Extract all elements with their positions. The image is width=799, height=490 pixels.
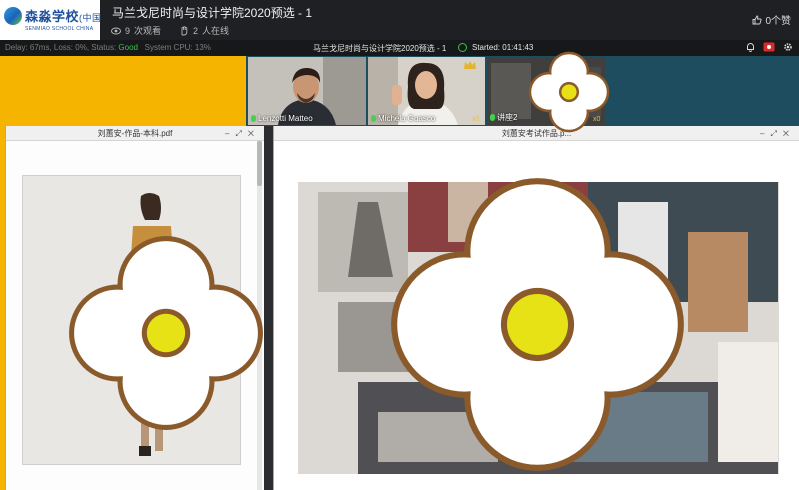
pdf-window-title: 刘蕙安-作品-本科.pdf bbox=[97, 129, 173, 138]
pdf-window-titlebar[interactable]: 刘蕙安-作品-本科.pdf –⤢✕ bbox=[6, 126, 264, 141]
status-good-value: Good bbox=[118, 43, 138, 52]
logo-mark-icon bbox=[4, 7, 22, 25]
connection-status-bar: Delay: 67ms, Loss: 0%, Status: Good Syst… bbox=[0, 40, 799, 56]
top-header: 森淼学校(中国 SENMIAO SCHOOL CHINA 马兰戈尼时尚与设计学院… bbox=[0, 0, 799, 40]
logo-country: (中国 bbox=[79, 13, 102, 23]
record-icon[interactable] bbox=[763, 42, 775, 52]
clock-icon bbox=[458, 43, 467, 52]
like-count: 0个赞 bbox=[765, 16, 791, 27]
pdf-scrollbar-thumb[interactable] bbox=[257, 141, 262, 186]
live-title: 马兰戈尼时尚与设计学院2020预选 - 1 bbox=[112, 6, 313, 20]
logo-subtitle: SENMIAO SCHOOL CHINA bbox=[25, 26, 94, 32]
flower-sticker bbox=[69, 236, 263, 430]
started-time: Started: 01:41:43 bbox=[458, 43, 533, 52]
participant-name-label: 讲座2 bbox=[490, 112, 517, 123]
participant-name-label: Lenzotti Matteo bbox=[251, 114, 313, 123]
online-count: 2 人在线 bbox=[180, 24, 229, 37]
online-count-number: 2 bbox=[193, 25, 199, 36]
participant-video-tile[interactable]: Michela Guasco x0 bbox=[368, 57, 485, 125]
like-button[interactable]: 0个赞 bbox=[752, 12, 791, 27]
view-count-label: 次观看 bbox=[134, 26, 162, 36]
flower-sticker bbox=[391, 178, 684, 471]
connection-stats: Delay: 67ms, Loss: 0%, Status: Good Syst… bbox=[5, 43, 211, 52]
participant-video-tile[interactable]: Lenzotti Matteo bbox=[248, 57, 366, 125]
microphone-icon bbox=[490, 114, 495, 121]
view-count-number: 9 bbox=[125, 25, 131, 36]
crown-icon bbox=[464, 61, 476, 69]
room-title: 马兰戈尼时尚与设计学院2020预选 - 1 bbox=[313, 44, 447, 53]
view-count: 9 次观看 bbox=[111, 24, 161, 37]
window-controls[interactable]: –⤢✕ bbox=[225, 126, 260, 141]
participant-badge: x0 bbox=[472, 116, 480, 123]
gear-icon[interactable] bbox=[783, 42, 793, 52]
microphone-icon bbox=[371, 115, 376, 122]
cpu-usage: System CPU: 13% bbox=[144, 43, 211, 52]
shared-screen-background bbox=[0, 56, 246, 126]
school-logo: 森淼学校(中国 SENMIAO SCHOOL CHINA bbox=[0, 0, 102, 40]
hand-icon bbox=[181, 25, 188, 35]
participant-name-label: Michela Guasco bbox=[371, 114, 435, 123]
bell-icon[interactable] bbox=[746, 42, 755, 52]
logo-title: 森淼学校(中国 bbox=[25, 9, 102, 24]
microphone-icon bbox=[251, 115, 256, 122]
eye-icon bbox=[111, 27, 121, 34]
window-controls[interactable]: –⤢✕ bbox=[760, 126, 795, 141]
thumbs-up-icon bbox=[752, 15, 762, 24]
flower-sticker bbox=[528, 51, 610, 133]
online-count-label: 人在线 bbox=[202, 26, 230, 36]
status-bar-actions bbox=[746, 42, 793, 52]
